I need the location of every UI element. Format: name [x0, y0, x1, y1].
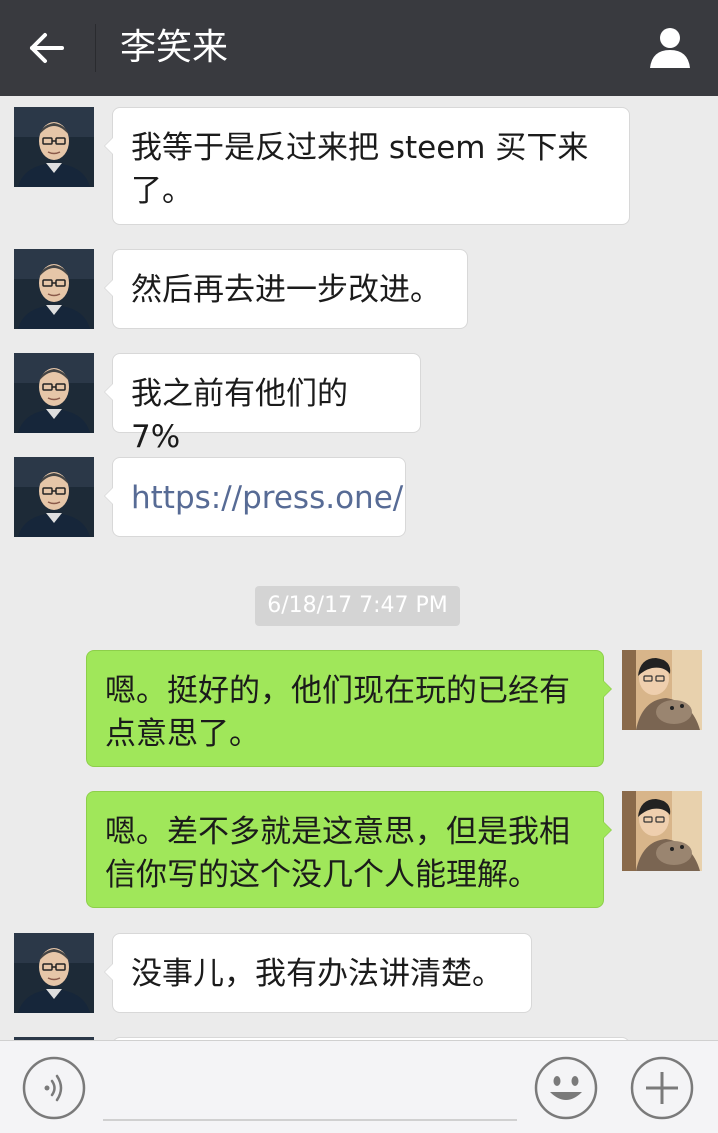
contact-avatar[interactable] [14, 107, 94, 187]
message-list[interactable]: 我等于是反过来把 steem 买下来了。 然后再去进一步改进。 我之前有他们的 … [0, 96, 718, 1040]
contact-avatar[interactable] [14, 457, 94, 537]
message-input[interactable] [103, 1063, 521, 1117]
arrow-left-icon [30, 33, 64, 63]
message-link[interactable]: https://press.one/ [131, 480, 403, 516]
chat-title: 李笑来 [120, 27, 229, 68]
contact-avatar[interactable] [14, 249, 94, 329]
my-avatar[interactable] [622, 650, 702, 730]
my-avatar[interactable] [622, 791, 702, 871]
message-bubble-received[interactable]: 没事儿，我有办法讲清楚。 [104, 933, 532, 1013]
emoji-icon [534, 1056, 598, 1120]
message-bubble-received: https://press.one/ [104, 457, 406, 537]
more-options-button[interactable] [630, 1056, 694, 1120]
voice-input-button[interactable] [22, 1056, 86, 1120]
chat-info-button[interactable] [644, 22, 696, 74]
message-bubble-received[interactable]: 然后再去进一步改进。 [104, 249, 468, 329]
message-timestamp: 6/18/17 7:47 PM [255, 586, 460, 626]
message-bubble-received[interactable]: 我之前有他们的 7% [104, 353, 421, 455]
voice-icon [22, 1056, 86, 1120]
input-toolbar [0, 1040, 718, 1133]
person-icon [650, 28, 690, 68]
contact-avatar[interactable] [14, 353, 94, 433]
header-divider [95, 24, 96, 72]
back-button[interactable] [18, 20, 74, 76]
message-bubble-sent[interactable]: 嗯。挺好的，他们现在玩的已经有点意思了。 [86, 650, 612, 767]
contact-avatar[interactable] [14, 933, 94, 1013]
message-bubble-received[interactable]: 我等于是反过来把 steem 买下来了。 [104, 107, 630, 225]
input-underline [103, 1119, 517, 1121]
chat-header: 李笑来 [0, 0, 718, 96]
emoji-button[interactable] [534, 1056, 598, 1120]
plus-icon [630, 1056, 694, 1120]
message-bubble-sent[interactable]: 嗯。差不多就是这意思，但是我相信你写的这个没几个人能理解。 [86, 791, 612, 908]
